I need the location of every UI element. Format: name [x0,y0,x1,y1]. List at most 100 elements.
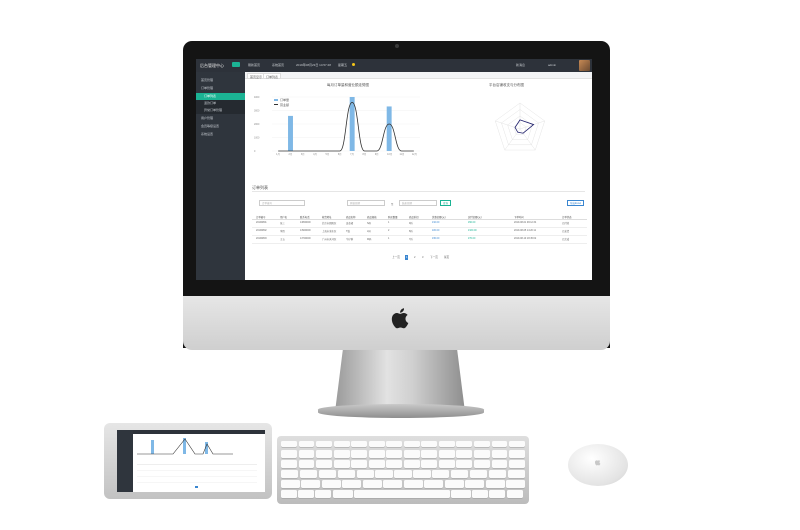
keyboard-key [316,460,333,468]
column-header[interactable]: 实付金额(元) [468,215,482,219]
divider [252,191,585,192]
sidebar-item-home[interactable]: 首页管理 [196,77,245,84]
keyboard-key [315,490,332,498]
column-header[interactable]: 订单状态 [562,215,572,219]
keyboard-key [432,470,450,478]
column-header[interactable]: 商品规格 [367,215,377,219]
apple-logo-icon [391,308,409,329]
keyboard-key [298,441,315,447]
keyboard-key [451,470,469,478]
column-header[interactable]: 商品折扣 [409,215,419,219]
spec: L码 [367,230,371,233]
user-name[interactable]: admin [548,63,556,67]
ipad-sidebar [117,430,133,492]
keyboard-key [469,470,488,478]
quantity: 1 [388,237,390,240]
column-header[interactable]: 联系电话 [300,215,310,219]
legend-swatch-orders [274,99,278,101]
column-header[interactable]: 订单编号 [256,215,266,219]
keyboard-key [489,490,506,498]
refresh-link[interactable]: 刷新首页 [248,63,260,67]
column-header[interactable]: 商品名称 [346,215,356,219]
user-name: 李四 [280,230,285,233]
keyboard-key [298,490,315,498]
imac-screen: 后台管理中心 刷新首页 系统首页 2019年08月23日 14:57:48 星期… [196,59,592,280]
sidebar-item-users[interactable]: 用户管理 [196,115,245,122]
keyboard-key [473,460,490,468]
address: 广州市天河区 [322,238,337,241]
keyboard-key [424,480,444,488]
weekday: 星期五 [338,63,348,67]
phone: 13900000 [300,229,311,232]
menu-toggle-icon[interactable] [232,62,240,67]
x-tick-label: 8月 [363,152,367,156]
keyboard-key [299,470,318,478]
ipad-bar [183,438,186,454]
keyboard-key [316,450,333,458]
ipad-chart-preview [137,438,257,488]
table-row[interactable]: 20190803 王五 13700000 广州市天河区 牛仔裤 M码 1 7折 … [252,236,587,244]
x-tick-label: 4月 [313,152,317,156]
keyboard-key [368,441,385,447]
sidebar-item-settings[interactable]: 系统设置 [196,131,245,138]
keyboard-key [421,460,438,468]
order-time: 2019-08-10 18:45:02 [514,237,537,240]
avatar[interactable] [579,60,590,71]
keyboard-key [318,470,337,478]
table-row[interactable]: 20190801 张三 13800000 北京市朝阳区 连衣裙 S码 1 9折 … [252,220,587,228]
page-3-button[interactable]: 3 [421,255,424,260]
keyboard [277,436,529,504]
sidebar-item-refunds[interactable]: 退款订单 [196,100,245,107]
sidebar-item-levels[interactable]: 会员等级设置 [196,123,245,130]
prev-page-button[interactable]: 上一页 [391,255,401,260]
keyboard-key [386,441,403,447]
last-page-button[interactable]: 尾页 [443,255,450,260]
end-date-input[interactable]: 结束日期 [399,200,437,206]
spec: S码 [367,222,371,225]
keyboard-key [386,450,403,458]
quantity: 1 [388,221,390,224]
radar-chart [495,102,545,151]
home-link[interactable]: 系统首页 [272,63,284,67]
divider [137,476,257,477]
column-header[interactable]: 优惠金额(元) [432,215,446,219]
product: T恤 [346,230,350,233]
paid-amount: ¥70.00 [468,237,476,240]
mouse-apple-logo-icon [594,460,601,466]
export-button[interactable]: 导出Excel [567,200,585,206]
column-header[interactable]: 用户名 [280,215,287,219]
search-button[interactable]: 查询 [440,200,452,206]
legend-revenue: 营业额 [280,102,289,107]
keyboard-key [351,450,368,458]
keyboard-key [281,450,297,458]
tab-order-list[interactable]: 订单列表 [263,73,282,79]
x-tick-label: 11月 [400,152,405,156]
messages-link[interactable]: 新消息 [516,63,525,67]
sidebar-item-order-list[interactable]: 订单列表 [196,93,245,100]
order-id: 20190801 [256,221,267,224]
x-tick-label: 10月 [387,152,392,156]
table-row[interactable]: 20190802 李四 13900000 上海市浦东区 T恤 L码 2 8折 ¥… [252,228,587,236]
y-tick-label: 0 [254,150,256,153]
discount: 8折 [409,230,413,233]
page-2-button[interactable]: 2 [413,255,416,260]
next-page-button[interactable]: 下一页 [429,255,439,260]
keyboard-key [298,450,315,458]
keyboard-key [491,450,508,458]
keyboard-key [438,450,455,458]
column-header[interactable]: 下单时间 [514,215,524,219]
sidebar-item-exceptions[interactable]: 异常订单管理 [196,107,245,114]
ipad-page-indicator [195,486,198,488]
keyboard-key [337,470,355,478]
start-date-input[interactable]: 开始日期 [347,200,385,206]
column-header[interactable]: 购买数量 [388,215,398,219]
page-1-button[interactable]: 1 [405,255,409,260]
keyboard-key [456,441,473,447]
keyword-input[interactable]: 订单编号 [259,200,305,206]
keyboard-key [333,460,350,468]
column-header[interactable]: 收货地址 [322,215,332,219]
sidebar-item-orders[interactable]: 订单管理 [196,85,245,92]
spec: M码 [367,238,372,241]
phone: 13700000 [300,237,311,240]
keyboard-key [491,441,508,447]
